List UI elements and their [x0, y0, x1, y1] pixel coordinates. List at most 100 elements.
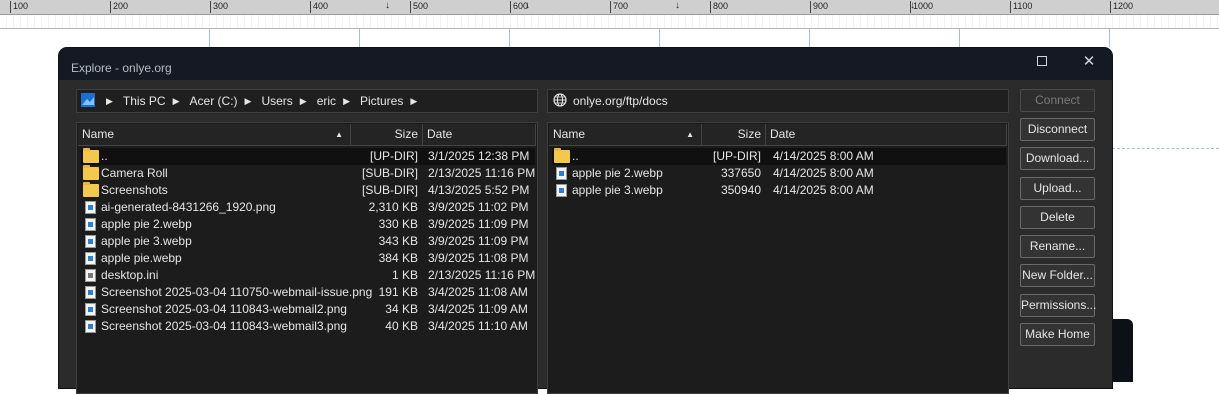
file-name: apple pie 2.webp — [572, 166, 663, 180]
file-date: 3/4/2025 11:09 AM — [428, 302, 528, 316]
tab-stop-marker[interactable]: ↓ — [525, 0, 530, 11]
guide-line — [359, 29, 360, 47]
file-name: ai-generated-8431266_1920.png — [101, 200, 276, 214]
ruler-label: 700 — [609, 1, 629, 13]
tab-stop-marker[interactable]: ↓ — [675, 0, 680, 11]
folder-icon — [554, 148, 570, 163]
ruler-label: 100 — [9, 1, 29, 13]
remote-path-bar[interactable]: onlye.org/ftp/docs — [547, 89, 1009, 113]
file-row[interactable]: .. [UP-DIR] 4/14/2025 8:00 AM — [552, 148, 1006, 165]
ruler-lower-strip — [0, 15, 1219, 29]
tab-stop-marker[interactable]: ↓ — [910, 0, 915, 11]
local-rows: .. [UP-DIR] 3/1/2025 12:38 PM Camera Roll [S… — [81, 148, 535, 335]
close-icon: ✕ — [1082, 53, 1096, 70]
remote-rows: .. [UP-DIR] 4/14/2025 8:00 AM apple pie 2.w… — [552, 148, 1006, 199]
tab-stop-marker[interactable]: ↓ — [385, 0, 390, 11]
file-size: 384 KB — [378, 251, 418, 265]
column-label: Date — [770, 127, 796, 141]
image-file-icon — [85, 303, 96, 316]
file-row[interactable]: apple pie 2.webp 337650 4/14/2025 8:00 AM — [552, 165, 1006, 182]
sort-ascending-icon: ▲ — [335, 130, 343, 139]
folder-icon — [83, 148, 99, 163]
column-header-date[interactable]: Date — [423, 124, 536, 146]
file-date: 2/13/2025 11:16 PM — [428, 166, 536, 180]
local-file-list[interactable]: Name ▲ Size Date .. [UP-DIR] 3/1/2025 12:3… — [76, 122, 538, 394]
column-header-size[interactable]: Size — [702, 124, 766, 146]
file-size: 34 KB — [385, 302, 418, 316]
local-path-bar[interactable]: ▶ This PC ▶ Acer (C:) ▶ Users ▶ eric ▶ P… — [76, 89, 538, 113]
file-row[interactable]: Screenshot 2025-03-04 110750-webmail-iss… — [81, 284, 535, 301]
maximize-button[interactable] — [1032, 54, 1052, 70]
ruler-label: 400 — [309, 1, 329, 13]
file-size: [UP-DIR] — [713, 149, 761, 163]
upload-button[interactable]: Upload... — [1020, 177, 1095, 200]
rename-button[interactable]: Rename... — [1020, 235, 1095, 258]
image-file-icon — [85, 218, 96, 231]
permissions-button[interactable]: Permissions... — [1020, 294, 1096, 317]
file-date: 3/9/2025 11:02 PM — [428, 200, 529, 214]
new-folder-button[interactable]: New Folder... — [1020, 264, 1095, 287]
ruler-label: 500 — [409, 1, 429, 13]
remote-file-list[interactable]: Name ▲ Size Date .. [UP-DIR] 4/14/2025 8:0… — [547, 122, 1009, 394]
image-file-icon — [85, 252, 96, 265]
file-row[interactable]: apple pie 3.webp 343 KB 3/9/2025 11:09 PM — [81, 233, 535, 250]
breadcrumb-drive[interactable]: Acer (C:) — [190, 94, 238, 108]
column-header-date[interactable]: Date — [766, 124, 1007, 146]
ruler: 100 200 300 400 500 600 700 800 900 1000… — [0, 0, 1219, 15]
disconnect-button[interactable]: Disconnect — [1020, 118, 1095, 141]
file-date: 3/4/2025 11:08 AM — [428, 285, 528, 299]
file-row[interactable]: Screenshot 2025-03-04 110843-webmail2.pn… — [81, 301, 535, 318]
file-size: [SUB-DIR] — [361, 183, 418, 197]
file-size: 2,310 KB — [368, 200, 418, 214]
ruler-label: 200 — [109, 1, 129, 13]
file-name: Screenshot 2025-03-04 110750-webmail-iss… — [101, 285, 373, 299]
guide-line — [659, 29, 660, 47]
file-row[interactable]: apple pie 3.webp 350940 4/14/2025 8:00 AM — [552, 182, 1006, 199]
explore-dialog: Explore - onlye.org ✕ ▶ This PC ▶ Acer (… — [59, 48, 1112, 394]
download-button[interactable]: Download... — [1020, 147, 1095, 170]
file-row[interactable]: apple pie 2.webp 330 KB 3/9/2025 11:09 PM — [81, 216, 535, 233]
connect-button[interactable]: Connect — [1020, 89, 1095, 112]
breadcrumb-users[interactable]: Users — [261, 94, 292, 108]
column-header-name[interactable]: Name ▲ — [549, 124, 702, 146]
column-label: Name — [553, 127, 586, 141]
file-row[interactable]: .. [UP-DIR] 3/1/2025 12:38 PM — [81, 148, 535, 165]
image-file-icon — [85, 201, 96, 214]
file-size: 40 KB — [385, 319, 418, 333]
ruler-label: 900 — [809, 1, 829, 13]
file-name: .. — [572, 149, 579, 163]
guide-line — [1112, 148, 1219, 149]
file-name: Camera Roll — [101, 166, 168, 180]
breadcrumb-pictures[interactable]: Pictures — [360, 94, 403, 108]
file-row[interactable]: Screenshots [SUB-DIR] 4/13/2025 5:52 PM — [81, 182, 535, 199]
file-row[interactable]: Camera Roll [SUB-DIR] 2/13/2025 11:16 PM — [81, 165, 535, 182]
file-row[interactable]: ai-generated-8431266_1920.png 2,310 KB 3/9… — [81, 199, 535, 216]
file-date: 4/14/2025 8:00 AM — [773, 166, 874, 180]
title-bar[interactable]: Explore - onlye.org ✕ — [59, 48, 1112, 80]
column-header-name[interactable]: Name ▲ — [78, 124, 351, 146]
column-label: Size — [394, 127, 418, 141]
breadcrumb-this-pc[interactable]: This PC — [123, 94, 166, 108]
file-name: apple pie 2.webp — [101, 217, 192, 231]
column-header-size[interactable]: Size — [351, 124, 423, 146]
close-button[interactable]: ✕ — [1079, 54, 1099, 70]
make-home-button[interactable]: Make Home — [1020, 323, 1095, 346]
delete-button[interactable]: Delete — [1020, 206, 1095, 229]
file-name: Screenshot 2025-03-04 110843-webmail3.pn… — [101, 319, 347, 333]
file-row[interactable]: desktop.ini 1 KB 2/13/2025 11:16 PM — [81, 267, 535, 284]
guide-line — [209, 29, 210, 47]
list-header: Name ▲ Size Date — [78, 124, 536, 146]
file-row[interactable]: apple pie.webp 384 KB 3/9/2025 11:08 PM — [81, 250, 535, 267]
file-row[interactable]: Screenshot 2025-03-04 110843-webmail3.pn… — [81, 318, 535, 335]
file-date: 3/9/2025 11:08 PM — [428, 251, 529, 265]
file-name: apple pie.webp — [101, 251, 182, 265]
guide-line — [509, 29, 510, 47]
guide-line — [809, 29, 810, 47]
breadcrumb-eric[interactable]: eric — [317, 94, 336, 108]
settings-file-icon — [85, 269, 96, 282]
ruler-label: 800 — [709, 1, 729, 13]
file-date: 3/9/2025 11:09 PM — [428, 217, 529, 231]
image-file-icon — [85, 286, 96, 299]
file-size: [UP-DIR] — [370, 149, 418, 163]
file-date: 4/13/2025 5:52 PM — [428, 183, 530, 197]
